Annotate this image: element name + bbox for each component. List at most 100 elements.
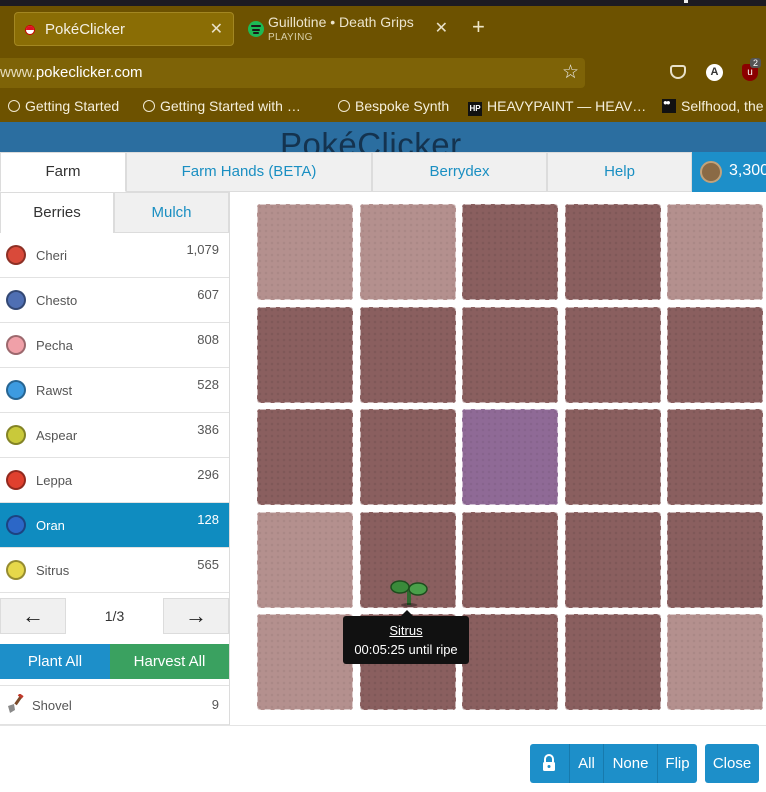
berry-pager: ← 1/3 → <box>0 598 229 636</box>
harvest-all-button[interactable]: Harvest All <box>110 644 229 679</box>
bookmark-item[interactable]: Getting Started <box>8 98 119 114</box>
farm-plot[interactable] <box>256 613 354 711</box>
berry-name: Pecha <box>36 338 73 353</box>
farm-plot[interactable] <box>256 203 354 301</box>
berry-icon <box>6 470 26 490</box>
plant-all-button[interactable]: Plant All <box>0 644 110 679</box>
bookmark-star-icon[interactable]: ☆ <box>562 61 579 84</box>
tab-mulch[interactable]: Mulch <box>114 192 229 233</box>
tooltip-berry-name: Sitrus <box>389 623 423 638</box>
bookmark-item[interactable]: Getting Started with … <box>143 98 301 114</box>
farm-plot[interactable] <box>461 203 559 301</box>
browser-nav-bar: www.pokeclicker.com ☆ A u 2 <box>0 56 766 92</box>
farm-plot[interactable] <box>563 203 662 301</box>
farm-plot[interactable] <box>666 510 764 609</box>
bookmark-item[interactable]: Bespoke Synth <box>338 98 449 114</box>
farm-plot[interactable] <box>461 510 559 609</box>
medium-icon <box>662 98 676 113</box>
browser-tab-spotify[interactable]: Guillotine • Death Grips PLAYING ✕ <box>246 12 462 46</box>
berry-icon <box>6 290 26 310</box>
lock-toggle-button[interactable] <box>530 744 569 783</box>
new-tab-plus-icon[interactable]: + <box>472 14 485 40</box>
farm-plot[interactable] <box>563 305 662 404</box>
berry-item-sitrus[interactable]: Sitrus 565 <box>0 548 229 593</box>
coin-icon <box>700 161 722 183</box>
lock-icon <box>543 754 555 771</box>
close-icon[interactable]: ✕ <box>210 19 223 39</box>
berry-item-pecha[interactable]: Pecha 808 <box>0 323 229 368</box>
berry-icon <box>6 245 26 265</box>
extension-badge: 2 <box>750 58 762 68</box>
heavypaint-icon: HP <box>468 102 482 116</box>
browser-tab-pokeclicker[interactable]: PokéClicker ✕ <box>14 12 234 46</box>
tab-berries[interactable]: Berries <box>0 192 114 233</box>
globe-icon <box>338 100 350 112</box>
sitrus-sprout-icon[interactable] <box>389 577 429 607</box>
farm-plot[interactable] <box>461 408 559 506</box>
close-button[interactable]: Close <box>705 744 759 783</box>
berry-icon <box>6 560 26 580</box>
berry-count: 808 <box>197 332 219 347</box>
site-logo: PokéClicker <box>280 126 462 152</box>
farm-plot[interactable] <box>358 203 457 301</box>
window-control-dot <box>684 0 688 3</box>
berry-name: Oran <box>36 518 65 533</box>
farm-plot[interactable] <box>563 510 662 609</box>
farm-plot[interactable] <box>256 408 354 506</box>
farm-plot[interactable] <box>666 203 764 301</box>
prev-page-button[interactable]: ← <box>0 598 66 634</box>
tab-berrydex[interactable]: Berrydex <box>372 152 547 192</box>
farm-plot[interactable] <box>666 613 764 711</box>
account-avatar[interactable]: A <box>706 64 723 81</box>
farm-modal-tabs: Farm Farm Hands (BETA) Berrydex Help 3,3… <box>0 152 766 192</box>
berry-count: 607 <box>197 287 219 302</box>
farm-plot[interactable] <box>666 305 764 404</box>
berry-count: 1,079 <box>186 242 219 257</box>
tab-farm-hands[interactable]: Farm Hands (BETA) <box>126 152 372 192</box>
farm-plot[interactable] <box>256 305 354 404</box>
bookmark-item[interactable]: HP HEAVYPAINT — HEAV… <box>468 98 646 116</box>
lock-flip-button[interactable]: Flip <box>657 744 697 783</box>
farm-plot[interactable] <box>461 613 559 711</box>
berry-name: Rawst <box>36 383 73 398</box>
shovel-label: Shovel <box>32 698 72 713</box>
berry-item-aspear[interactable]: Aspear 386 <box>0 413 229 458</box>
bookmark-item[interactable]: Selfhood, the <box>662 98 764 114</box>
farm-plot[interactable] <box>358 305 457 404</box>
berry-item-oran[interactable]: Oran 128 <box>0 503 229 548</box>
spotify-icon <box>248 21 264 37</box>
berry-name: Aspear <box>36 428 78 443</box>
lock-all-button[interactable]: All <box>569 744 603 783</box>
tab-title: PokéClicker <box>45 21 126 38</box>
farm-plot[interactable] <box>563 408 662 506</box>
pocket-icon[interactable] <box>670 65 686 79</box>
farm-plot[interactable] <box>461 305 559 404</box>
farm-plot[interactable] <box>666 408 764 506</box>
shovel-item[interactable]: Shovel 9 <box>0 685 229 725</box>
farm-grid <box>245 192 766 725</box>
farm-plot[interactable] <box>358 408 457 506</box>
berry-item-chesto[interactable]: Chesto 607 <box>0 278 229 323</box>
farm-plot[interactable] <box>563 613 662 711</box>
farm-plot[interactable] <box>256 510 354 609</box>
lock-button-group: All None Flip <box>530 744 697 783</box>
berry-icon <box>6 515 26 535</box>
berry-item-leppa[interactable]: Leppa 296 <box>0 458 229 503</box>
berry-count: 565 <box>197 557 219 572</box>
tooltip-ripe-time: 00:05:25 until ripe <box>354 642 458 657</box>
url-bar[interactable]: www.pokeclicker.com ☆ <box>0 58 585 88</box>
berry-item-cheri[interactable]: Cheri 1,079 <box>0 233 229 278</box>
berry-item-rawst[interactable]: Rawst 528 <box>0 368 229 413</box>
browser-tab-bar: PokéClicker ✕ Guillotine • Death Grips P… <box>0 6 766 56</box>
page-indicator: 1/3 <box>104 608 125 624</box>
close-icon[interactable]: ✕ <box>435 18 448 38</box>
farm-points-display: 3,300 <box>692 152 766 192</box>
berry-name: Cheri <box>36 248 68 263</box>
next-page-button[interactable]: → <box>163 598 229 634</box>
berry-icon <box>6 335 26 355</box>
berry-icon <box>6 425 26 445</box>
tab-farm[interactable]: Farm <box>0 152 126 192</box>
berry-count: 296 <box>197 467 219 482</box>
tab-help[interactable]: Help <box>547 152 692 192</box>
lock-none-button[interactable]: None <box>603 744 657 783</box>
